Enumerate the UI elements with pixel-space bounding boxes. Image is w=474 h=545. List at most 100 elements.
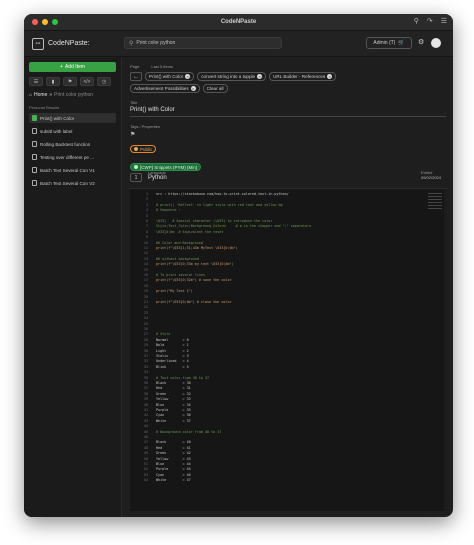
admin-button[interactable]: Admin (T) 🛒 <box>366 37 412 49</box>
code-line[interactable]: 8 \033[0;0m # Equivalent the reset <box>130 230 447 235</box>
tag-icon[interactable]: ⚑ <box>63 77 77 86</box>
recent-item-chip[interactable]: Advertisement Possibilities × <box>130 84 200 93</box>
sidebar-item[interactable]: subtitl with label <box>29 126 116 136</box>
code-line[interactable]: 28 Normal = 0 <box>130 338 447 343</box>
code-line[interactable]: 45 # Background color from 40 to 47 <box>130 430 447 435</box>
app-logo[interactable]: ⇿ CodeNPaste: <box>32 37 90 50</box>
add-item-button[interactable]: + Add Item <box>29 62 116 72</box>
menu-icon[interactable]: ☰ <box>441 17 447 25</box>
code-line[interactable]: 39 Yellow = 33 <box>130 397 447 402</box>
code-line[interactable]: 5 <box>130 214 447 219</box>
code-line[interactable]: 9 <box>130 235 447 240</box>
share-icon[interactable]: ↷ <box>427 17 433 25</box>
code-line[interactable]: 47 Black = 40 <box>130 440 447 445</box>
avatar[interactable] <box>431 38 441 48</box>
breadcrumb-home[interactable]: Home <box>34 92 47 98</box>
plus-icon: + <box>60 64 63 70</box>
code-line[interactable]: 46 <box>130 435 447 440</box>
code-line[interactable]: 11 print(f"\033[1;31;43m MyText \033[0;0m… <box>130 246 447 251</box>
code-line[interactable]: 36 Black = 30 <box>130 381 447 386</box>
code-line[interactable]: 43 White = 37 <box>130 419 447 424</box>
sidebar-item[interactable]: Batch Text Several Con V2 <box>29 178 116 188</box>
code-line[interactable]: 27 # Style <box>130 332 447 337</box>
code-line[interactable]: 50 Yellow = 43 <box>130 457 447 462</box>
code-line[interactable]: 35 # Text color from 30 to 37 <box>130 376 447 381</box>
sidebar: + Add Item ☰ ▮ ⚑ </> ◷ ⌂ Home » Print co… <box>24 58 122 517</box>
back-arrow-icon[interactable]: ← <box>130 72 142 81</box>
code-line[interactable]: 23 <box>130 311 447 316</box>
code-line[interactable]: 48 Red = 41 <box>130 446 447 451</box>
code-line[interactable]: 13 #0 without background <box>130 257 447 262</box>
code-line[interactable]: 33 Blink = 5 <box>130 365 447 370</box>
recent-item-chip[interactable]: URL Builder - References × <box>269 72 337 81</box>
line-number: 46 <box>143 435 148 439</box>
gear-icon[interactable]: ⚙ <box>418 38 424 46</box>
line-number: 38 <box>143 391 148 396</box>
code-icon[interactable]: </> <box>80 77 94 86</box>
history-icon[interactable]: ◷ <box>97 77 111 86</box>
code-line[interactable]: 7 Style;Text_Color;Background_Colorm # m … <box>130 224 447 229</box>
recent-item-chip[interactable]: Print() with Color × <box>145 72 195 81</box>
code-line[interactable]: 31 Italic = 3 <box>130 354 447 359</box>
language-select[interactable]: Language Python <box>148 170 167 181</box>
close-icon[interactable]: × <box>327 74 333 79</box>
code-line[interactable]: 22 <box>130 305 447 310</box>
title-input[interactable]: Print() with Color <box>130 107 446 117</box>
search-icon[interactable]: ⚲ <box>414 17 419 25</box>
code-line[interactable]: 25 <box>130 322 447 327</box>
sidebar-item[interactable]: Testing over different pe ... <box>29 152 116 162</box>
code-line[interactable]: 24 <box>130 316 447 321</box>
code-line[interactable]: 19 print("My Text 1") <box>130 289 447 294</box>
code-line[interactable]: 41 Purple = 35 <box>130 408 447 413</box>
code-line[interactable]: 15 <box>130 268 447 273</box>
code-line[interactable]: 2 <box>130 197 447 202</box>
code-line[interactable]: 42 Cyan = 36 <box>130 413 447 418</box>
code-line[interactable]: 26 <box>130 327 447 332</box>
tag-public[interactable]: Public <box>130 145 157 153</box>
code-line[interactable]: 37 Red = 31 <box>130 386 447 391</box>
code-line[interactable]: 54 White = 47 <box>130 478 447 483</box>
code-line[interactable]: 10 #0 Color and Background <box>130 241 447 246</box>
sidebar-item[interactable]: Print() with Color <box>29 113 116 123</box>
code-line[interactable]: 53 Cyan = 46 <box>130 473 447 478</box>
sidebar-item[interactable]: Rolling Backtest function <box>29 139 116 149</box>
code-line[interactable]: 6 \033[ # Special character (\033) to int… <box>130 219 447 224</box>
code-text: print(f"\033[1;31;43m MyText \033[0;0m") <box>156 246 238 250</box>
recent-item-chip[interactable]: convert string into a tupple × <box>197 72 267 81</box>
code-line[interactable]: 32 Underlined = 4 <box>130 359 447 364</box>
code-line[interactable]: 29 Bold = 1 <box>130 343 447 348</box>
code-line[interactable]: 40 Blue = 34 <box>130 403 447 408</box>
clear-all-button[interactable]: Clear all <box>202 84 228 93</box>
home-icon[interactable]: ⌂ <box>29 92 32 98</box>
code-line[interactable]: 21 print(f"\033[0;0m") # close the color <box>130 300 447 305</box>
code-line[interactable]: 14 print(f"\033[0;33m my text \033[0;0m") <box>130 262 447 267</box>
code-line[interactable]: 38 Green = 32 <box>130 392 447 397</box>
code-line[interactable]: 3 # print() 'Reflect' in light style with… <box>130 203 447 208</box>
code-line[interactable]: 4 # Sequence : <box>130 208 447 213</box>
close-icon[interactable]: × <box>257 74 263 79</box>
code-line[interactable]: 34 <box>130 370 447 375</box>
tag-icon[interactable]: ⚑ <box>130 131 446 138</box>
code-line[interactable]: 20 <box>130 295 447 300</box>
close-icon[interactable]: × <box>190 86 196 91</box>
code-line[interactable]: 1 src : https://stackabuse.com/how-to-pri… <box>130 192 447 197</box>
code-text: Light = 2 <box>156 348 189 353</box>
code-line[interactable]: 51 Blue = 44 <box>130 462 447 467</box>
code-editor[interactable]: 1 src : https://stackabuse.com/how-to-pri… <box>130 188 447 511</box>
sidebar-item[interactable]: Batch Text Several Con V1 <box>29 165 116 175</box>
code-line[interactable]: 17 print(f"\033[0;32m") # save the color <box>130 278 447 283</box>
code-line[interactable]: 52 Purple = 45 <box>130 467 447 472</box>
bookmark-icon[interactable]: ▮ <box>46 77 60 86</box>
code-line[interactable]: 44 <box>130 424 447 429</box>
code-line[interactable]: 12 <box>130 251 447 256</box>
code-line[interactable]: 49 Green = 42 <box>130 451 447 456</box>
code-line[interactable]: 16 # To print several lines <box>130 273 447 278</box>
close-icon[interactable]: × <box>185 74 191 79</box>
code-line[interactable]: 30 Light = 2 <box>130 349 447 354</box>
cart-icon: 🛒 <box>398 40 405 46</box>
line-number: 8 <box>145 229 148 234</box>
list-view-icon[interactable]: ☰ <box>29 77 43 86</box>
code-line[interactable]: 18 <box>130 284 447 289</box>
search-input[interactable]: ⚲ Print color python <box>124 37 282 49</box>
line-number-badge[interactable]: 1 <box>130 173 142 182</box>
